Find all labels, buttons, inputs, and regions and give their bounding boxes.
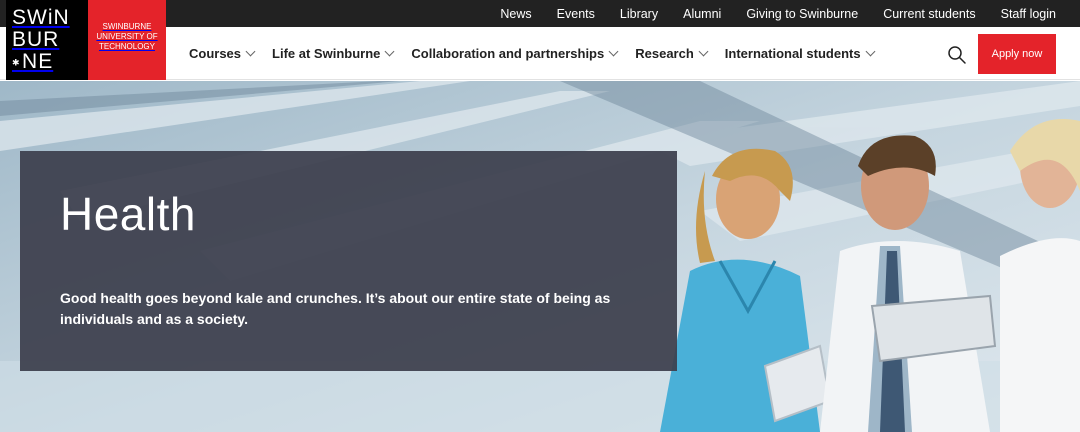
page-title: Health	[60, 188, 196, 240]
logo-institution-name: SWINBURNE UNIVERSITY OF TECHNOLOGY	[96, 22, 158, 51]
utility-link-news[interactable]: News	[500, 7, 531, 21]
nav-item-research[interactable]: Research	[635, 46, 709, 61]
hero-text-panel: Health Good health goes beyond kale and …	[20, 151, 677, 371]
chevron-down-icon	[865, 46, 876, 57]
nav-item-courses[interactable]: Courses	[189, 46, 256, 61]
utility-link-library[interactable]: Library	[620, 7, 658, 21]
logo-red-panel: SWINBURNE UNIVERSITY OF TECHNOLOGY	[88, 0, 166, 80]
main-nav: Courses Life at Swinburne Collaboration …	[189, 27, 892, 80]
apply-now-button[interactable]: Apply now	[978, 34, 1056, 74]
chevron-down-icon	[384, 46, 395, 57]
utility-link-events[interactable]: Events	[557, 7, 595, 21]
utility-link-current-students[interactable]: Current students	[883, 7, 975, 21]
nav-item-label: Research	[635, 46, 694, 61]
utility-link-staff-login[interactable]: Staff login	[1001, 7, 1056, 21]
hero-banner: Health Good health goes beyond kale and …	[0, 81, 1080, 432]
utility-link-giving[interactable]: Giving to Swinburne	[746, 7, 858, 21]
logo-line-1: SWiN	[12, 5, 70, 29]
search-button[interactable]	[946, 44, 968, 66]
nav-item-label: Courses	[189, 46, 242, 61]
hero-description: Good health goes beyond kale and crunche…	[60, 290, 611, 327]
swinburne-logo[interactable]: SWiN BUR ✱ NE SWINBURNE UNIVERSITY OF TE…	[6, 0, 166, 80]
nav-item-label: International students	[724, 46, 861, 61]
chevron-down-icon	[245, 46, 256, 57]
logo-line-3: NE	[22, 49, 54, 73]
nav-item-international-students[interactable]: International students	[724, 46, 876, 61]
utility-nav: News Events Library Alumni Giving to Swi…	[500, 0, 1056, 27]
nav-item-label: Life at Swinburne	[272, 46, 381, 61]
logo-wordmark: SWiN BUR ✱ NE	[6, 0, 88, 80]
logo-line-2: BUR	[12, 27, 60, 51]
chevron-down-icon	[608, 46, 619, 57]
search-icon	[948, 46, 966, 64]
nav-item-label: Collaboration and partnerships	[411, 46, 605, 61]
nav-item-collaboration[interactable]: Collaboration and partnerships	[411, 46, 619, 61]
nav-item-life-at-swinburne[interactable]: Life at Swinburne	[272, 46, 395, 61]
chevron-down-icon	[698, 46, 709, 57]
logo-star-icon: ✱	[12, 57, 23, 68]
utility-link-alumni[interactable]: Alumni	[683, 7, 721, 21]
